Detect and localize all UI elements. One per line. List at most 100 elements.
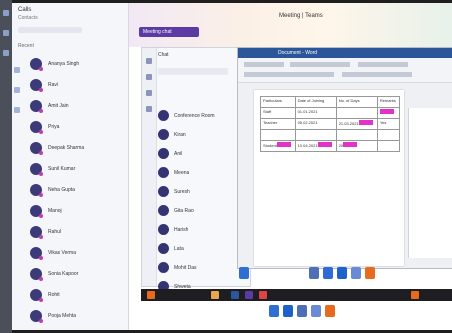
table-cell[interactable]: Yes (376, 118, 401, 130)
section-label: Recent (18, 43, 34, 49)
avatar (158, 167, 169, 178)
avatar (158, 110, 169, 121)
table-cell[interactable] (376, 140, 401, 152)
contact-item[interactable]: Rohit (12, 284, 128, 305)
chat-name: Gita Rao (174, 207, 194, 214)
chat-name: Kiran (174, 131, 186, 138)
teams-icon[interactable] (245, 291, 253, 299)
table-cell[interactable]: 21.03.2021 (335, 118, 378, 130)
cell-text: Student (263, 143, 277, 148)
app-icon[interactable] (337, 267, 347, 279)
document-page[interactable]: Particulars Date of Joining No. of Days Rem… (254, 90, 404, 266)
avatar (158, 186, 169, 197)
chat-item[interactable]: Harish (158, 220, 246, 239)
chat-icon[interactable] (14, 67, 20, 73)
chat-icon[interactable] (146, 74, 152, 80)
cell-text: 21.03.2021 (338, 121, 359, 126)
contact-item[interactable]: Vikas Verma (12, 242, 128, 263)
contact-item[interactable]: Priya (12, 116, 128, 137)
taskbar (141, 289, 452, 301)
table-cell[interactable]: 01.01.2021 (294, 107, 337, 119)
app-icon[interactable] (3, 10, 9, 16)
word-icon[interactable] (231, 291, 239, 299)
contact-item[interactable]: Neha Gupta (12, 179, 128, 200)
teams-icon[interactable] (146, 90, 152, 96)
chat-window: Chat Conference Room Kiran Anil Meena Suresh… (141, 47, 251, 292)
chat-item[interactable]: Kiran (158, 125, 246, 144)
avatar (30, 246, 43, 260)
calls-icon[interactable] (14, 107, 20, 113)
contact-name: Sunil Kumar (48, 165, 76, 172)
app-icon[interactable] (325, 305, 335, 317)
table-cell[interactable] (294, 129, 337, 141)
table-row: Student 10.04.2021 20 (260, 140, 401, 152)
table-cell[interactable]: Student (260, 140, 296, 152)
table-cell[interactable] (376, 107, 401, 119)
start-icon[interactable] (147, 291, 155, 299)
avatar (30, 57, 43, 71)
app-icon[interactable] (269, 305, 279, 317)
contacts-title: Calls (18, 7, 32, 13)
app-icon[interactable] (239, 267, 249, 279)
contact-item[interactable]: Sonia Kapoor (12, 263, 128, 284)
calendar-icon[interactable] (146, 106, 152, 112)
table-cell[interactable] (335, 107, 378, 119)
activity-icon[interactable] (146, 58, 152, 64)
chat-name: Harish (174, 226, 189, 233)
contacts-panel: Calls Contacts Recent Ananya Singh Ravi Am… (12, 3, 129, 330)
contact-item[interactable]: Deepak Sharma (12, 137, 128, 158)
app-icon[interactable] (351, 267, 361, 279)
contacts-header: Calls Contacts (12, 3, 128, 43)
word-titlebar: Document - Word (238, 48, 452, 58)
highlight-mark (379, 109, 394, 114)
chat-item[interactable]: Gita Rao (158, 201, 246, 220)
table-cell[interactable] (376, 129, 401, 141)
app-icon[interactable] (365, 267, 375, 279)
chat-name: Suresh (174, 188, 190, 195)
app-icon[interactable] (3, 50, 9, 56)
app-icon[interactable] (411, 291, 419, 299)
app-icon[interactable] (259, 291, 267, 299)
chat-name: Meena (174, 169, 190, 176)
table-header: No. of Days (335, 96, 378, 108)
cell-text: 01.01.2021 (297, 109, 318, 114)
table-header: Particulars (260, 96, 296, 108)
chat-item[interactable]: Anil (158, 144, 246, 163)
chat-item[interactable]: Meena (158, 163, 246, 182)
contact-item[interactable]: Pooja Mehta (12, 305, 128, 326)
contact-item[interactable]: Ravi (12, 74, 128, 95)
folder-icon[interactable] (211, 291, 219, 299)
table-cell[interactable]: Staff (260, 107, 296, 119)
meeting-chip[interactable]: Meeting chat (139, 27, 199, 37)
contact-item[interactable]: Ananya Singh (12, 53, 128, 74)
contact-item[interactable]: Rahul (12, 221, 128, 242)
calendar-icon[interactable] (14, 87, 20, 93)
contact-item[interactable]: Sunil Kumar (12, 158, 128, 179)
table-cell[interactable]: Teacher (260, 118, 296, 130)
table-cell[interactable] (335, 129, 378, 141)
chat-search-input[interactable] (158, 68, 228, 75)
chat-item[interactable]: Mohit Das (158, 258, 246, 277)
search-input[interactable] (18, 27, 82, 33)
app-icon[interactable] (297, 305, 307, 317)
contact-name: Sonia Kapoor (48, 270, 79, 277)
app-icon[interactable] (3, 30, 9, 36)
contact-item[interactable]: Manoj (12, 200, 128, 221)
chat-item[interactable]: Lata (158, 239, 246, 258)
app-icon[interactable] (309, 267, 319, 279)
table-cell[interactable]: 05.02.2021 (294, 118, 337, 130)
chat-item[interactable]: Suresh (158, 182, 246, 201)
chat-item[interactable]: Conference Room (158, 106, 246, 125)
cell-text: Yes (379, 120, 387, 125)
app-icon[interactable] (283, 305, 293, 317)
app-icon[interactable] (323, 267, 333, 279)
app-icon[interactable] (311, 305, 321, 317)
contact-item[interactable]: Amit Jain (12, 95, 128, 116)
cell-text: Teacher (263, 120, 278, 125)
table-row (260, 129, 401, 141)
table-cell[interactable]: 20 (335, 140, 378, 152)
table-cell[interactable]: 10.04.2021 (294, 140, 337, 152)
table-cell[interactable] (260, 129, 296, 141)
chat-sidebar (142, 48, 157, 286)
word-ribbon[interactable] (238, 58, 452, 83)
